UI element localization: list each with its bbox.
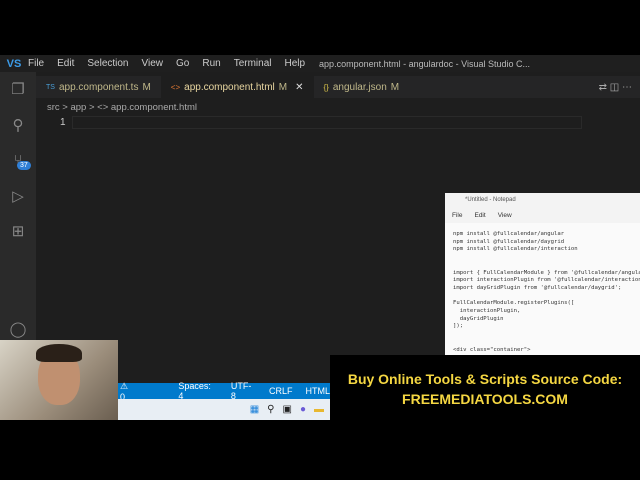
menu-help[interactable]: Help	[285, 58, 306, 69]
tab-app-component-html[interactable]: <> app.component.html M ✕	[160, 76, 314, 98]
notepad-menu-edit[interactable]: Edit	[474, 212, 485, 219]
account-icon[interactable]: ◯	[8, 320, 28, 340]
notepad-menu-file[interactable]: File	[452, 212, 462, 219]
html-icon: <>	[170, 82, 181, 92]
webcam-overlay	[0, 340, 118, 420]
promo-banner: Buy Online Tools & Scripts Source Code: …	[330, 355, 640, 420]
taskbar: ▦ ⚲ ▣ ● ▬	[118, 399, 330, 420]
presenter-hair	[36, 344, 82, 362]
tab-label: app.component.html	[184, 81, 275, 93]
notepad-menu: File Edit View	[445, 207, 640, 223]
current-line-highlight	[72, 116, 582, 129]
vscode-logo-icon: VS	[6, 57, 22, 70]
menu-selection[interactable]: Selection	[87, 58, 128, 69]
indentation[interactable]: Spaces: 4	[178, 381, 217, 401]
encoding[interactable]: UTF-8	[231, 381, 256, 401]
json-icon: {}	[323, 82, 329, 92]
window-title: app.component.html - angulardoc - Visual…	[319, 58, 530, 69]
typescript-icon: TS	[46, 83, 55, 91]
chat-icon[interactable]: ●	[300, 404, 306, 415]
modified-indicator: M	[278, 81, 288, 93]
tab-bar: TS app.component.ts M <> app.component.html…	[36, 76, 640, 98]
menu-file[interactable]: File	[28, 58, 44, 69]
notepad-text[interactable]: npm install @fullcalendar/angular npm in…	[445, 223, 640, 354]
activity-bar: ❐ ⚲ ⑂ ▷ ⊞ ◯	[0, 72, 36, 383]
menu-run[interactable]: Run	[202, 58, 220, 69]
line-number: 1	[60, 117, 66, 128]
tab-angular-json[interactable]: {} angular.json M	[314, 76, 410, 98]
file-explorer-icon[interactable]: ▬	[314, 404, 324, 415]
title-bar: VS File Edit Selection View Go Run Terminal Hel…	[0, 55, 640, 72]
menu-terminal[interactable]: Terminal	[234, 58, 272, 69]
explorer-icon[interactable]: ❐	[8, 80, 28, 100]
banner-line-2: FREEMEDIATOOLS.COM	[402, 391, 568, 407]
windows-start-icon[interactable]: ▦	[250, 404, 259, 415]
menu-bar: File Edit Selection View Go Run Terminal Help	[28, 58, 318, 69]
task-view-icon[interactable]: ▣	[283, 404, 292, 415]
tab-label: app.component.ts	[58, 81, 139, 93]
search-icon[interactable]: ⚲	[8, 116, 28, 136]
scm-badge: 37	[17, 161, 31, 170]
search-icon[interactable]: ⚲	[267, 404, 274, 415]
tab-label: angular.json	[332, 81, 387, 93]
language-mode[interactable]: HTML	[305, 386, 330, 396]
run-debug-icon[interactable]: ▷	[8, 187, 28, 207]
close-icon[interactable]: ✕	[295, 82, 303, 93]
breadcrumb[interactable]: src > app > <> app.component.html	[47, 102, 197, 113]
menu-view[interactable]: View	[142, 58, 164, 69]
banner-line-1: Buy Online Tools & Scripts Source Code:	[347, 371, 623, 387]
status-bar: ⚠ 0 Spaces: 4 UTF-8 CRLF HTML	[118, 381, 330, 402]
notepad-window[interactable]: *Untitled - Notepad File Edit View npm ins…	[445, 193, 640, 355]
notepad-menu-view[interactable]: View	[498, 212, 512, 219]
extensions-icon[interactable]: ⊞	[8, 222, 28, 242]
menu-edit[interactable]: Edit	[57, 58, 74, 69]
tab-app-component-ts[interactable]: TS app.component.ts M	[36, 76, 161, 98]
line-ending[interactable]: CRLF	[269, 386, 293, 396]
modified-indicator: M	[142, 81, 151, 93]
notepad-title: *Untitled - Notepad	[445, 193, 640, 207]
menu-go[interactable]: Go	[176, 58, 189, 69]
split-editor-icon[interactable]: ⇄ ◫ ⋯	[599, 82, 632, 93]
modified-indicator: M	[390, 81, 400, 93]
